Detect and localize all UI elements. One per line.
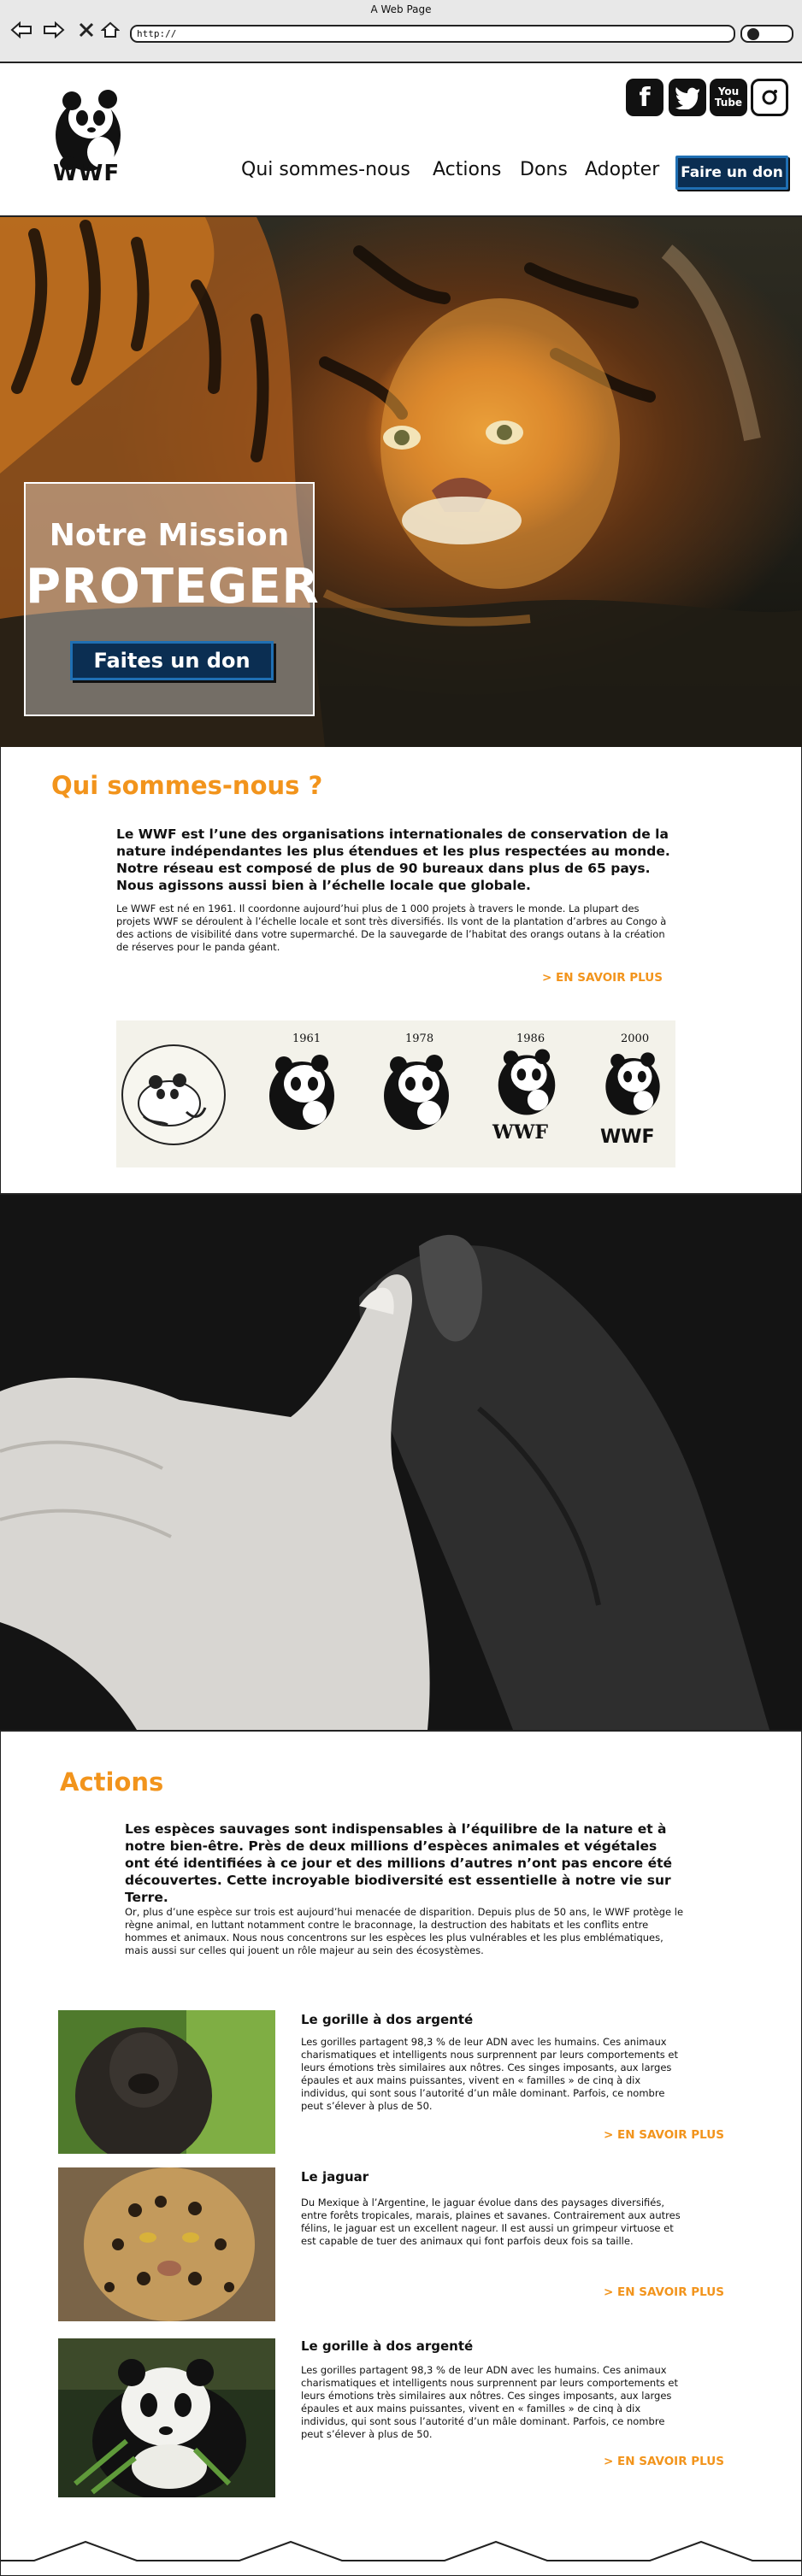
wwf-logo-text-2000: WWF — [600, 1126, 655, 1148]
site-header: WWF f You Tube Qui sommes-nous Actions D… — [0, 63, 802, 217]
panda-image — [58, 2338, 275, 2497]
hands-image — [0, 1193, 802, 1732]
menu-item-actions[interactable]: Actions — [433, 159, 501, 180]
search-icon — [747, 28, 759, 40]
about-more-link[interactable]: > EN SAVOIR PLUS — [542, 971, 663, 985]
menu-item-qui-sommes-nous[interactable]: Qui sommes-nous — [241, 159, 410, 180]
menu-item-dons[interactable]: Dons — [520, 159, 568, 180]
window-title: A Web Page — [370, 3, 432, 15]
actions-title: Actions — [60, 1767, 164, 1797]
close-icon[interactable] — [75, 19, 97, 41]
facebook-icon[interactable]: f — [626, 79, 663, 116]
mission-box: Notre Mission PROTEGER Faites un don — [24, 482, 320, 716]
card-text: Les gorilles partagent 98,3 % de leur AD… — [301, 2036, 678, 2112]
youtube-label: You Tube — [714, 85, 743, 109]
card-text: Les gorilles partagent 98,3 % de leur AD… — [301, 2364, 678, 2440]
card-more-link[interactable]: > EN SAVOIR PLUS — [604, 2128, 724, 2142]
address-bar[interactable]: http:// — [130, 25, 735, 43]
home-icon[interactable] — [99, 19, 121, 41]
arrow-left-icon[interactable] — [10, 19, 32, 41]
panda-1961-icon — [121, 1044, 226, 1145]
jaguar-image — [58, 2167, 275, 2321]
about-title: Qui sommes-nous ? — [51, 771, 323, 800]
menu-item-adopter[interactable]: Adopter — [585, 159, 659, 180]
panda-1978-icon — [384, 1055, 449, 1130]
donate-header-button[interactable]: Faire un don — [675, 156, 788, 190]
year-label: 1978 — [405, 1032, 434, 1045]
actions-lead: Les espèces sauvages sont indispensables… — [125, 1821, 673, 1905]
about-body: Le WWF est né en 1961. Il coordonne aujo… — [116, 903, 667, 953]
youtube-icon[interactable]: You Tube — [710, 79, 747, 116]
mission-word: PROTEGER — [26, 559, 320, 615]
actions-body: Or, plus d’une espèce sur trois est aujo… — [125, 1906, 684, 1956]
wwf-logo-text-1986: WWF — [492, 1121, 549, 1144]
panda-1961-logo-icon — [269, 1055, 334, 1130]
card-text: Du Mexique à l’Argentine, le jaguar évol… — [301, 2197, 681, 2247]
card-more-link[interactable]: > EN SAVOIR PLUS — [604, 2455, 724, 2468]
card-title: Le gorille à dos argenté — [301, 2012, 474, 2027]
hero-banner: Notre Mission PROTEGER Faites un don — [0, 217, 802, 747]
year-label: 1961 — [292, 1032, 321, 1045]
card-title: Le gorille à dos argenté — [301, 2338, 474, 2354]
card-more-link[interactable]: > EN SAVOIR PLUS — [604, 2285, 724, 2299]
browser-chrome: A Web Page http:// — [0, 0, 802, 63]
year-label: 2000 — [621, 1032, 650, 1045]
hands-image-art — [0, 1195, 802, 1730]
gorilla-image — [58, 2010, 275, 2154]
logo-text: WWF — [53, 161, 121, 186]
instagram-icon[interactable] — [751, 79, 788, 116]
arrow-right-icon[interactable] — [43, 19, 65, 41]
panda-1986-icon — [498, 1049, 556, 1115]
mission-title: Notre Mission — [49, 518, 290, 553]
about-lead: Le WWF est l’une des organisations inter… — [116, 826, 670, 893]
panda-2000-icon — [605, 1052, 660, 1115]
donate-hero-button[interactable]: Faites un don — [70, 641, 274, 680]
logo-timeline: 1961 1978 1986 2000 WWF WWF — [116, 1020, 675, 1167]
card-title: Le jaguar — [301, 2169, 369, 2185]
search-field[interactable] — [740, 25, 793, 43]
twitter-icon[interactable] — [669, 79, 706, 116]
year-label: 1986 — [516, 1032, 545, 1045]
torn-edge-divider — [0, 2540, 802, 2576]
